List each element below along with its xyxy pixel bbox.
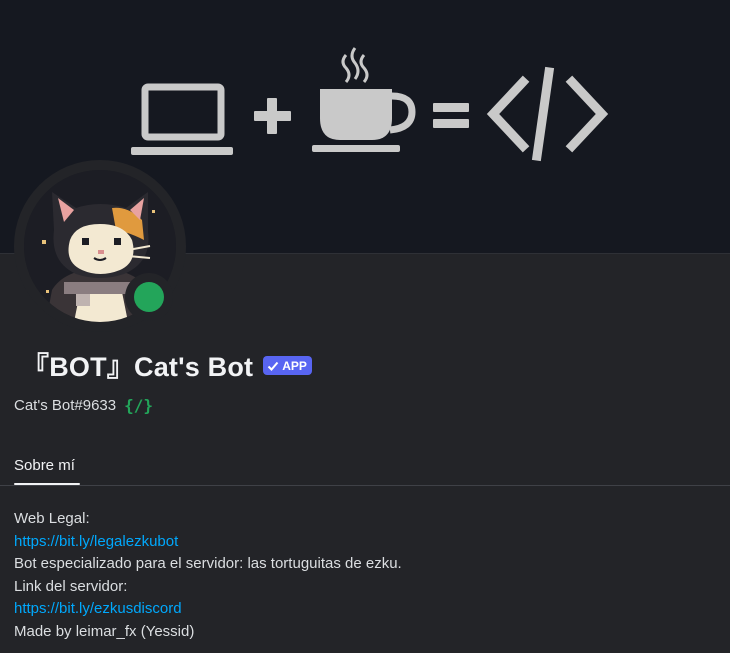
bio-line: Bot especializado para el servidor: las … <box>14 555 402 573</box>
profile-tab-bar: Sobre mí <box>0 448 730 486</box>
username-row: Cat's Bot#9633 {/} <box>14 396 153 415</box>
server-link[interactable]: https://bit.ly/ezkusdiscord <box>14 598 402 621</box>
slash-commands-icon[interactable]: {/} <box>124 396 153 415</box>
equals-icon <box>433 103 469 128</box>
username: Cat's Bot#9633 <box>14 397 117 414</box>
bio-line: Made by leimar_fx (Yessid) <box>14 622 195 640</box>
display-name: 『BOT』Cat's Bot <box>22 352 254 382</box>
tab-about-me[interactable]: Sobre mí <box>14 457 75 474</box>
verified-check-icon <box>268 361 279 371</box>
legal-link[interactable]: https://bit.ly/legalezkubot <box>14 531 402 554</box>
about-me-bio: Web Legal: https://bit.ly/legalezkubot B… <box>14 508 402 644</box>
bio-line: Link del servidor: <box>14 577 128 595</box>
active-tab-indicator <box>14 483 80 485</box>
bio-line: Web Legal: <box>14 510 90 527</box>
app-badge-label: APP <box>282 358 307 373</box>
code-tag-icon <box>486 66 609 162</box>
display-name-row: 『BOT』Cat's Bot APP <box>22 345 312 384</box>
online-status-dot <box>134 282 164 312</box>
status-indicator <box>125 273 173 321</box>
coffee-cup-icon <box>312 47 416 152</box>
laptop-icon <box>141 83 225 141</box>
laptop-base <box>131 147 233 155</box>
plus-icon <box>254 98 291 134</box>
app-badge[interactable]: APP <box>263 356 312 375</box>
